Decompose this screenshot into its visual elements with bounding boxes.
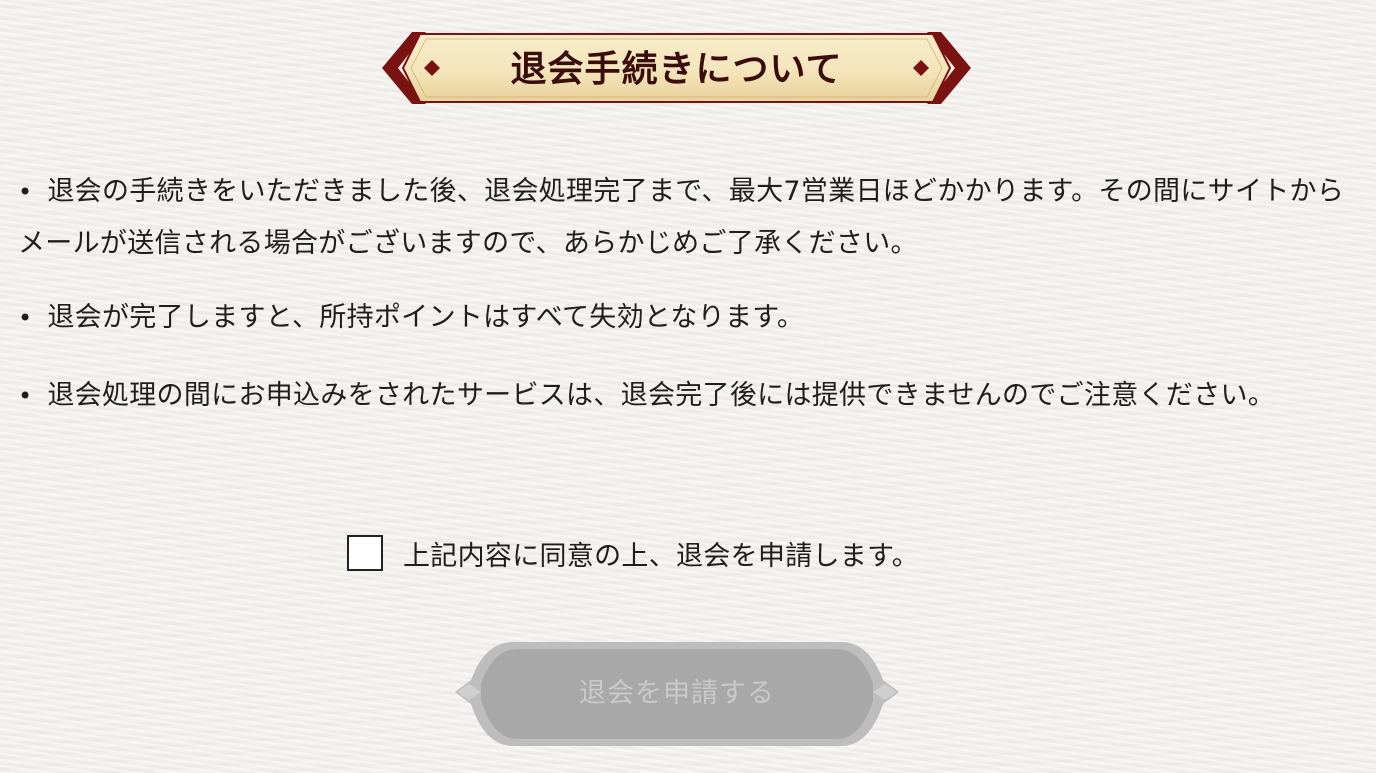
notice-text: 退会の手続きをいただきました後、退会処理完了まで、最大7営業日ほどかかります。そ…	[18, 176, 1345, 259]
bullet-icon: •	[18, 382, 33, 410]
notice-item-points-expire: • 退会が完了しますと、所持ポイントはすべて失効となります。	[18, 292, 1348, 344]
agreement-checkbox[interactable]	[347, 535, 383, 571]
notice-item-processing-time: • 退会の手続きをいただきました後、退会処理完了まで、最大7営業日ほどかかります…	[18, 166, 1348, 270]
submit-button-label: 退会を申請する	[579, 678, 775, 709]
notice-text: 退会が完了しますと、所持ポイントはすべて失効となります。	[47, 302, 805, 333]
section-title-banner: 退会手続きについて	[380, 30, 973, 106]
agreement-row: 上記内容に同意の上、退会を申請します。	[347, 532, 919, 574]
bullet-icon: •	[18, 304, 33, 332]
bullet-icon: •	[18, 178, 33, 206]
page-title: 退会手続きについて	[510, 49, 843, 90]
notice-item-services-unavailable: • 退会処理の間にお申込みをされたサービスは、退会完了後には提供できませんのでご…	[18, 370, 1348, 422]
submit-withdrawal-button[interactable]: 退会を申請する	[453, 640, 901, 748]
agreement-label[interactable]: 上記内容に同意の上、退会を申請します。	[403, 534, 919, 573]
notice-text: 退会処理の間にお申込みをされたサービスは、退会完了後には提供できませんのでご注意…	[47, 380, 1276, 411]
